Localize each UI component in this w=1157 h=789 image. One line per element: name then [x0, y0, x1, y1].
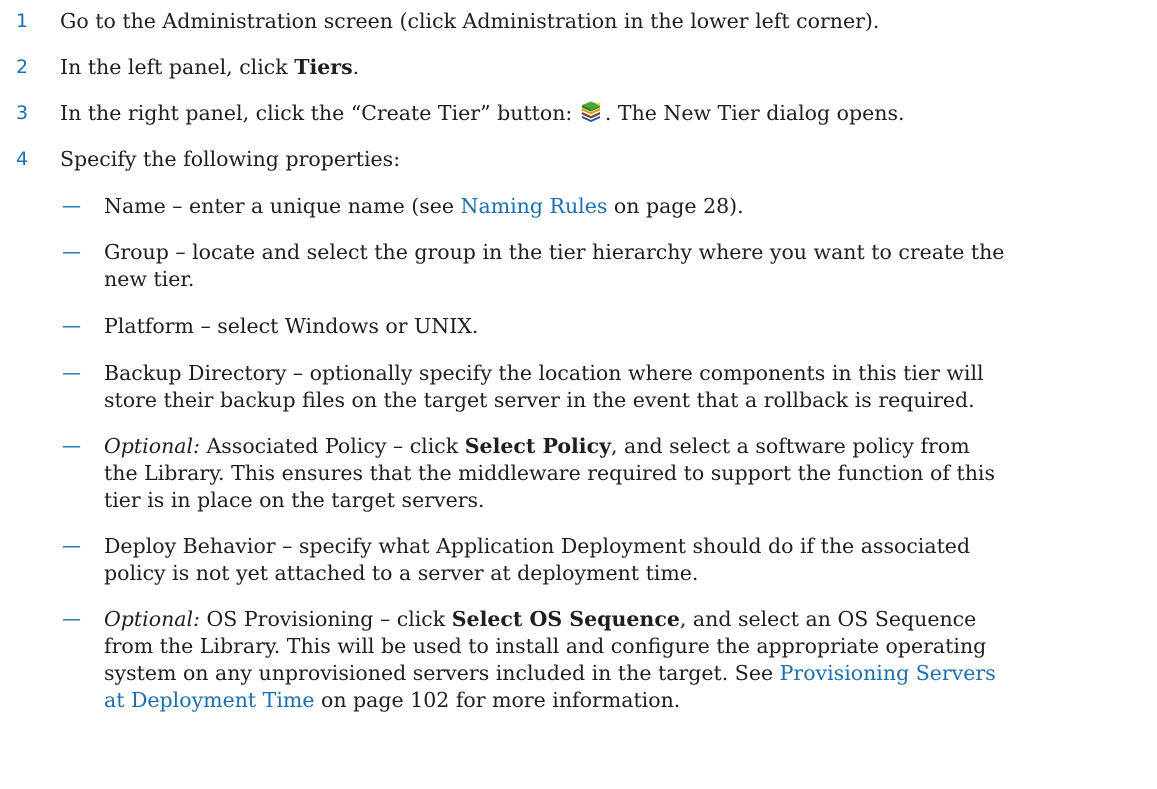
ui-term-select-os-sequence: Select OS Sequence [451, 607, 680, 631]
property-text: Group – locate and select the group in t… [104, 239, 1149, 293]
property-text: Deploy Behavior – specify what Applicati… [104, 533, 1149, 587]
text-prefix: Name – enter a unique name (see [104, 194, 461, 218]
create-tier-icon [580, 101, 604, 123]
property-text: Platform – select Windows or UNIX. [104, 313, 1149, 340]
text-suffix: , and select a software policy from [611, 434, 970, 458]
property-text: Name – enter a unique name (see Naming R… [104, 193, 1149, 220]
step-text-prefix: In the left panel, click [60, 55, 295, 79]
bullet-dash: — [62, 535, 81, 557]
bullet-dash: — [62, 241, 81, 263]
property-text: Optional: OS Provisioning – click Select… [104, 606, 1149, 714]
step-text-suffix: . The New Tier dialog opens. [604, 101, 905, 125]
document-page: 1 Go to the Administration screen (click… [0, 0, 1157, 789]
provisioning-servers-link[interactable]: Provisioning Servers [780, 661, 996, 685]
step-text: In the right panel, click the “Create Ti… [60, 100, 905, 127]
bullet-dash: — [62, 435, 81, 457]
text-prefix: OS Provisioning – click [199, 607, 452, 631]
text-line: store their backup files on the target s… [104, 388, 975, 412]
property-text: Optional: Associated Policy – click Sele… [104, 433, 1149, 514]
bullet-dash: — [62, 315, 81, 337]
step-text: Go to the Administration screen (click A… [60, 9, 880, 33]
text-suffix: on page 28). [607, 194, 744, 218]
text-line: policy is not yet attached to a server a… [104, 561, 699, 585]
step-text: Specify the following properties: [60, 147, 401, 171]
step-text: In the left panel, click Tiers. [60, 54, 359, 81]
step-number: 2 [16, 56, 29, 78]
optional-label: Optional: [104, 607, 200, 631]
text-line: Backup Directory – optionally specify th… [104, 361, 984, 385]
text-line: tier is in place on the target servers. [104, 488, 485, 512]
optional-label: Optional: [104, 434, 200, 458]
provisioning-servers-link-continued[interactable]: at Deployment Time [104, 688, 314, 712]
step-number: 4 [16, 148, 29, 170]
property-text: Backup Directory – optionally specify th… [104, 360, 1149, 414]
text-suffix: on page 102 for more information. [314, 688, 681, 712]
text-line: from the Library. This will be used to i… [104, 634, 987, 658]
text-suffix: , and select an OS Sequence [679, 607, 977, 631]
step-number: 1 [16, 10, 29, 32]
text-prefix: system on any unprovisioned servers incl… [104, 661, 780, 685]
text-line: the Library. This ensures that the middl… [104, 461, 995, 485]
text-line: Group – locate and select the group in t… [104, 240, 1005, 264]
text-prefix: Associated Policy – click [199, 434, 465, 458]
step-text-prefix: In the right panel, click the “Create Ti… [60, 101, 579, 125]
bullet-dash: — [62, 362, 81, 384]
bullet-dash: — [62, 608, 81, 630]
text-line: new tier. [104, 267, 195, 291]
naming-rules-link[interactable]: Naming Rules [461, 194, 608, 218]
text-line: Deploy Behavior – specify what Applicati… [104, 534, 971, 558]
bullet-dash: — [62, 195, 81, 217]
text-line: Platform – select Windows or UNIX. [104, 314, 479, 338]
ui-term-select-policy: Select Policy [464, 434, 611, 458]
ui-term-tiers: Tiers [294, 55, 353, 79]
step-text-suffix: . [352, 55, 360, 79]
step-number: 3 [16, 102, 29, 124]
